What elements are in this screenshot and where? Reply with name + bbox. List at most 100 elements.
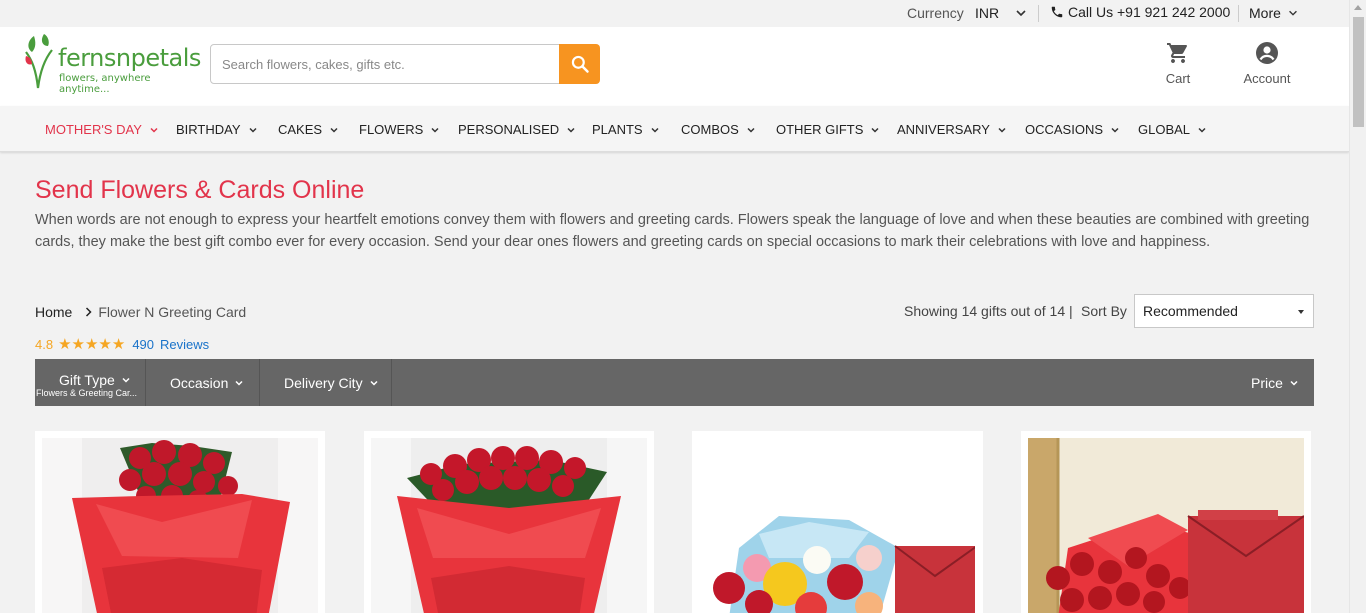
nav-label: ANNIVERSARY	[897, 122, 990, 137]
nav-label: PLANTS	[592, 122, 643, 137]
sort-select[interactable]: Recommended	[1134, 294, 1314, 328]
page-title: Send Flowers & Cards Online	[35, 176, 365, 204]
filter-delivery-city-label: Delivery City	[284, 374, 363, 391]
chevron-down-icon	[1198, 127, 1206, 133]
breadcrumb-home-link[interactable]: Home	[35, 304, 72, 320]
more-label: More	[1249, 5, 1281, 21]
filter-gift-type[interactable]: Gift Type Flowers & Greeting Car...	[35, 359, 146, 406]
nav-item-combos[interactable]: COMBOS	[681, 122, 756, 137]
call-us-text: Call Us +91 921 242 2000	[1068, 4, 1231, 20]
logo-text: fernsnpetals	[58, 44, 201, 72]
chevron-down-icon	[150, 127, 158, 133]
filter-price[interactable]: Price	[1251, 359, 1314, 406]
nav-label: GLOBAL	[1138, 122, 1191, 137]
account-button[interactable]: Account	[1236, 41, 1298, 86]
currency-select[interactable]: INR	[975, 5, 999, 21]
nav-label: BIRTHDAY	[176, 122, 241, 137]
results-count: Showing 14 gifts out of 14 |	[904, 303, 1073, 319]
chevron-down-icon	[249, 127, 257, 133]
star-rating-icon: ★★★★★	[58, 336, 126, 353]
phone-icon	[1051, 6, 1063, 18]
filter-bar: Gift Type Flowers & Greeting Car... Occa…	[35, 359, 1314, 406]
nav-item-plants[interactable]: PLANTS	[592, 122, 660, 137]
page-scrollbar[interactable]	[1349, 0, 1366, 613]
product-card[interactable]	[35, 431, 325, 613]
account-icon	[1256, 42, 1278, 64]
nav-item-cakes[interactable]: CAKES	[278, 122, 339, 137]
nav-item-global[interactable]: GLOBAL	[1138, 122, 1207, 137]
chevron-down-icon	[330, 127, 338, 133]
account-label: Account	[1243, 71, 1291, 86]
search-icon	[571, 55, 589, 73]
product-card[interactable]	[1021, 431, 1311, 613]
filter-delivery-city[interactable]: Delivery City	[260, 359, 392, 406]
nav-label: CAKES	[278, 122, 323, 137]
chevron-down-icon	[235, 380, 243, 386]
sort-label: Sort By	[1081, 303, 1127, 319]
chevron-down-icon	[1111, 127, 1119, 133]
site-logo[interactable]: fernsnpetals flowers, anywhere anytime..…	[22, 30, 201, 95]
product-card[interactable]	[692, 431, 983, 613]
chevron-down-icon	[1288, 10, 1297, 16]
product-card[interactable]	[364, 431, 654, 613]
filter-price-label: Price	[1251, 374, 1283, 391]
nav-label: FLOWERS	[359, 122, 424, 137]
divider	[1238, 5, 1239, 22]
filter-occasion-label: Occasion	[170, 374, 229, 391]
chevron-down-icon	[651, 127, 659, 133]
cart-button[interactable]: Cart	[1158, 41, 1198, 86]
cart-label: Cart	[1165, 71, 1191, 86]
chevron-down-icon	[747, 127, 755, 133]
product-image[interactable]	[371, 438, 647, 613]
filter-label: Gift Type	[59, 372, 145, 388]
site-header: fernsnpetals flowers, anywhere anytime..…	[0, 27, 1349, 106]
nav-item-birthday[interactable]: BIRTHDAY	[176, 122, 258, 137]
sort-value: Recommended	[1143, 303, 1238, 319]
chevron-down-icon	[871, 127, 879, 133]
product-image[interactable]	[42, 438, 318, 613]
nav-item-flowers[interactable]: FLOWERS	[359, 122, 440, 137]
more-menu[interactable]: More	[1249, 5, 1299, 21]
nav-label: COMBOS	[681, 122, 739, 137]
product-image[interactable]	[1028, 438, 1304, 613]
top-utility-bar: Currency INR Call Us +91 921 242 2000 Mo…	[0, 0, 1349, 27]
chevron-down-icon[interactable]	[1014, 6, 1028, 20]
filter-label: Price	[1251, 375, 1314, 391]
nav-label: PERSONALISED	[458, 122, 560, 137]
filter-gift-type-selected: Flowers & Greeting Car...	[36, 387, 138, 398]
call-us-link[interactable]: Call Us +91 921 242 2000	[1050, 4, 1230, 20]
nav-item-mothers-day[interactable]: MOTHER'S DAY	[45, 122, 159, 137]
nav-label: OTHER GIFTS	[776, 122, 864, 137]
cart-icon	[1167, 43, 1187, 63]
filter-gift-type-label: Gift Type	[59, 371, 115, 388]
caret-down-icon	[1298, 310, 1304, 314]
nav-item-occasions[interactable]: OCCASIONS	[1025, 122, 1120, 137]
nav-item-personalised[interactable]: PERSONALISED	[458, 122, 576, 137]
reviews-link[interactable]: Reviews	[160, 337, 209, 352]
chevron-down-icon	[431, 127, 439, 133]
nav-item-other-gifts[interactable]: OTHER GIFTS	[776, 122, 880, 137]
breadcrumb-current: Flower N Greeting Card	[98, 304, 247, 320]
filter-label: Occasion	[170, 375, 259, 391]
currency-label: Currency	[907, 5, 964, 21]
logo-leaf-icon	[25, 34, 53, 89]
review-count[interactable]: 490	[132, 337, 154, 352]
search-button[interactable]	[559, 44, 600, 84]
chevron-right-icon	[86, 307, 92, 317]
chevron-down-icon	[998, 127, 1006, 133]
rating-value: 4.8	[35, 336, 54, 352]
breadcrumb: Home Flower N Greeting Card	[35, 304, 246, 320]
scrollbar-thumb[interactable]	[1353, 17, 1364, 127]
divider	[1038, 5, 1039, 22]
nav-label: OCCASIONS	[1025, 122, 1104, 137]
nav-item-anniversary[interactable]: ANNIVERSARY	[897, 122, 1007, 137]
filter-occasion[interactable]: Occasion	[146, 359, 260, 406]
nav-label: MOTHER'S DAY	[45, 122, 142, 137]
search-input[interactable]	[210, 44, 560, 84]
category-nav: MOTHER'S DAY BIRTHDAY CAKES FLOWERS PERS…	[0, 106, 1349, 152]
product-image[interactable]	[699, 438, 975, 613]
scroll-up-icon[interactable]	[1354, 5, 1362, 10]
page-description: When words are not enough to express you…	[35, 212, 1310, 250]
chevron-down-icon	[567, 127, 575, 133]
chevron-down-icon	[370, 380, 378, 386]
